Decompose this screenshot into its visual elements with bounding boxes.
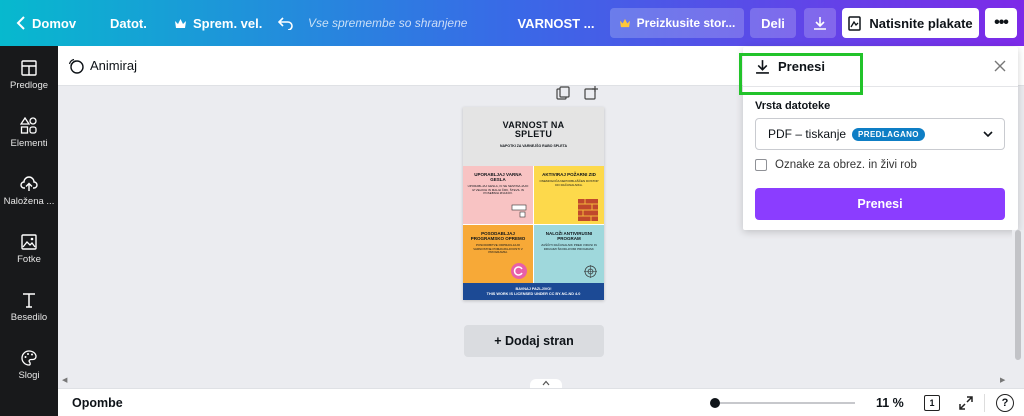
zoom-slider-track[interactable] [715,402,855,404]
add-page-button[interactable]: + Dodaj stran [464,325,604,357]
top-bar: Domov Datot. Sprem. vel. Vse spremembe s… [0,0,1024,46]
sidebar-item-label: Besedilo [10,312,48,323]
crop-marks-label: Oznake za obrez. in živi rob [775,159,917,171]
fullscreen-icon[interactable] [958,395,974,411]
poster-footer: BAVNAJ PAZLJIVO! THIS WORK IS LICENSED U… [463,283,604,300]
chevron-down-icon [983,131,993,138]
duplicate-page-icon[interactable] [556,86,570,100]
poster-subtitle: NAPOTKI ZA VARNEJŠO RABO SPLETA [499,144,568,148]
print-icon [848,15,862,31]
download-confirm-button[interactable]: Prenesi [755,188,1005,220]
highlight-box [739,53,863,95]
animate-icon [68,58,84,74]
sidebar-item-label: Elementi [10,138,48,149]
palette-icon [21,350,37,366]
home-label: Domov [32,15,77,31]
undo-button[interactable] [268,0,304,46]
poster-header: VARNOST NA SPLETU NAPOTKI ZA VARNEJŠO RA… [463,107,604,166]
crop-marks-option[interactable]: Oznake za obrez. in živi rob [755,159,917,171]
undo-icon [278,17,293,30]
zoom-level[interactable]: 11 % [876,396,904,410]
file-menu-button[interactable]: Datot. [100,0,157,46]
sidebar-item-styles[interactable]: Slogi [0,340,58,390]
document-title[interactable]: VARNOST ... [510,0,602,46]
poster-footer-line2: THIS WORK IS LICENSED UNDER CC BY-NC-ND … [486,292,581,296]
shapes-icon [20,117,37,134]
add-page-icon[interactable] [584,86,598,100]
sidebar-item-label: Slogi [18,370,40,381]
print-posters-label: Natisnite plakate [869,15,973,31]
footer-divider [984,394,985,412]
text-icon [23,293,35,308]
close-panel-button[interactable] [994,59,1006,76]
poster-cell-text: UPORABLJAJ GESLA, KI SE SESTAVLJAJO IZ V… [467,184,529,196]
try-pro-label: Preizkusite stor... [636,16,736,30]
sidebar-item-label: Naložena ... [3,196,55,207]
sidebar-item-elements[interactable]: Elementi [0,108,58,158]
chevron-left-icon [16,16,25,30]
crop-marks-checkbox[interactable] [755,159,767,171]
poster-cell-updates: POSODABLJAJ PROGRAMSKO OPREMO POSODOBITV… [463,225,533,283]
chevron-up-icon [542,380,550,386]
zoom-slider-handle[interactable] [710,398,720,408]
share-button[interactable]: Deli [750,8,796,38]
poster-cell-heading: POSODABLJAJ PROGRAMSKO OPREMO [470,231,526,241]
crown-icon [175,18,186,28]
sidebar-item-templates[interactable]: Predloge [0,50,58,100]
file-label: Datot. [110,15,147,31]
poster-cell-text: ONEMOGOČA NEPOOBLAŠČEN DOSTOP DO RAČUNAL… [539,179,599,187]
poster-cell-text: POSODOBITVE ODPRAVLJAJO VARNOSTNE POMANJ… [473,243,523,255]
poster-title: VARNOST NA SPLETU [502,120,565,139]
animate-button[interactable]: Animiraj [90,58,137,73]
password-icon [511,204,527,218]
try-pro-button[interactable]: Preizkusite stor... [610,8,744,38]
file-type-value: PDF – tiskanje [768,127,847,141]
download-button[interactable] [804,8,836,38]
image-icon [21,234,37,250]
save-status: Vse spremembe so shranjene [300,0,477,46]
resize-label: Sprem. vel. [193,15,263,31]
scrollbar-thumb[interactable] [1015,230,1021,360]
poster-cell-text: ZAŠČITI RAČUNALNIK PRED VIRUSI IN DRUGIM… [541,243,597,251]
poster-cell-antivirus: NALOŽI ANTIVIRUSNI PROGRAM ZAŠČITI RAČUN… [534,225,604,283]
target-icon [584,265,597,278]
file-type-select[interactable]: PDF – tiskanje PREDLAGANO [755,118,1005,150]
help-button[interactable]: ? [996,394,1014,412]
more-options-button[interactable]: ••• [985,8,1017,38]
crown-icon [619,18,630,28]
poster-cell-heading: NALOŽI ANTIVIRUSNI PROGRAM [545,231,593,241]
sidebar-item-text[interactable]: Besedilo [0,282,58,332]
recommended-badge: PREDLAGANO [852,127,925,141]
download-icon [814,17,826,30]
sidebar-item-photos[interactable]: Fotke [0,224,58,274]
resize-button[interactable]: Sprem. vel. [164,0,272,46]
sidebar-item-label: Fotke [17,254,41,265]
notes-button[interactable]: Opombe [72,396,123,410]
print-posters-button[interactable]: Natisnite plakate [842,8,979,38]
poster-cell-heading: UPORABLJAJ VARNA GESLA [474,172,522,182]
poster-page[interactable]: VARNOST NA SPLETU NAPOTKI ZA VARNEJŠO RA… [463,107,604,300]
poster-cell-heading: AKTIVIRAJ POŽARNI ZID [542,172,596,177]
scroll-left-arrow[interactable]: ◀ [62,376,67,384]
firewall-icon [578,199,598,221]
page-count-button[interactable]: 1 [924,395,940,411]
save-status-text: Vse spremembe so shranjene [308,16,468,30]
poster-cell-firewall: AKTIVIRAJ POŽARNI ZID ONEMOGOČA NEPOOBLA… [534,166,604,224]
home-button[interactable]: Domov [6,0,86,46]
left-sidebar: Predloge Elementi Naložena ... Fotke Bes… [0,46,58,416]
close-icon [994,60,1006,72]
cloud-upload-icon [20,176,38,191]
scroll-right-arrow[interactable]: ▶ [1000,376,1005,384]
layout-icon [21,60,37,76]
file-type-label: Vrsta datoteke [755,100,831,112]
sidebar-item-label: Predloge [9,80,49,91]
vertical-scrollbar[interactable] [1012,230,1024,385]
refresh-icon [511,263,527,279]
poster-cell-passwords: UPORABLJAJ VARNA GESLA UPORABLJAJ GESLA,… [463,166,533,224]
page-tools [556,86,598,100]
download-panel: Prenesi Vrsta datoteke PDF – tiskanje PR… [739,47,1018,230]
sidebar-item-uploads[interactable]: Naložena ... [0,166,58,216]
bottom-bar: Opombe 11 % 1 ? [58,388,1024,416]
